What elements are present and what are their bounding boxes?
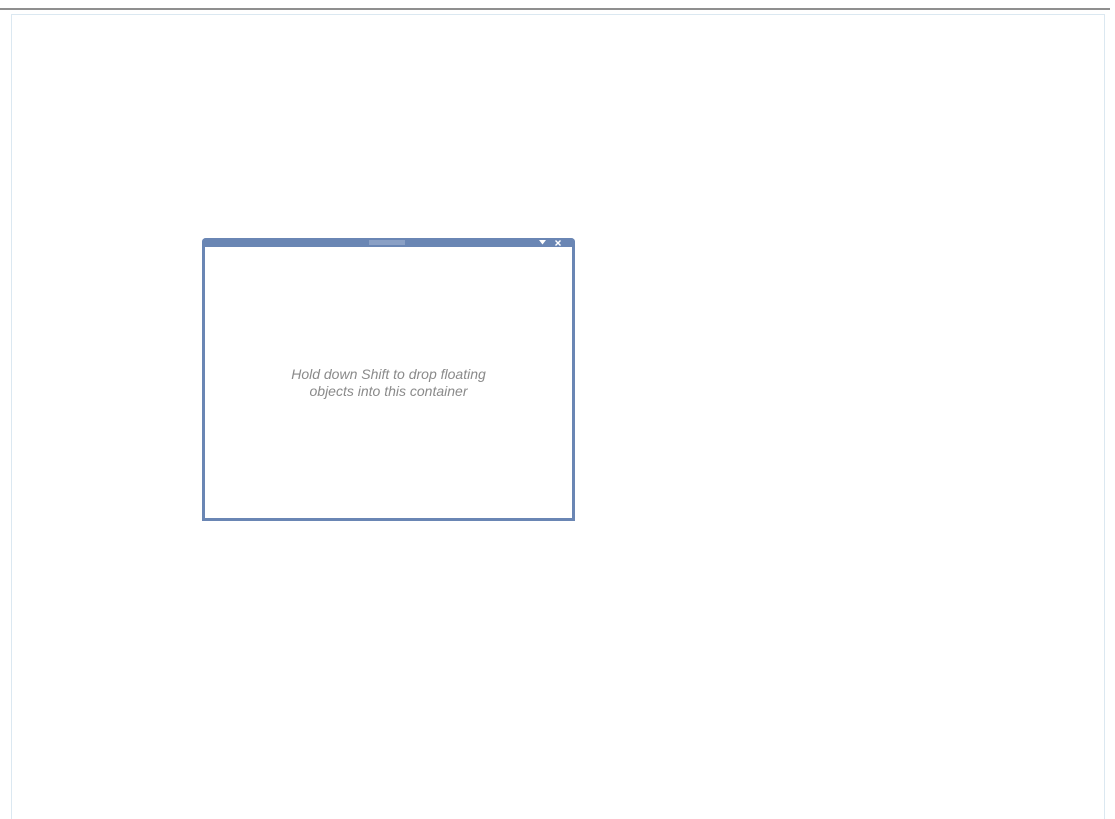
triangle-down-icon xyxy=(539,240,546,245)
drop-hint-line-2: objects into this container xyxy=(309,383,468,399)
drag-handle-icon[interactable] xyxy=(369,240,405,245)
floating-layout-container[interactable]: Hold down Shift to drop floating objects… xyxy=(202,238,575,521)
top-divider xyxy=(0,8,1110,10)
container-title-bar[interactable] xyxy=(202,238,575,247)
container-menu-button[interactable] xyxy=(538,238,547,247)
drop-hint-text: Hold down Shift to drop floating objects… xyxy=(205,366,572,400)
close-icon xyxy=(554,239,561,246)
drop-hint-line-1: Hold down Shift to drop floating xyxy=(291,366,486,382)
container-close-button[interactable] xyxy=(553,238,562,247)
